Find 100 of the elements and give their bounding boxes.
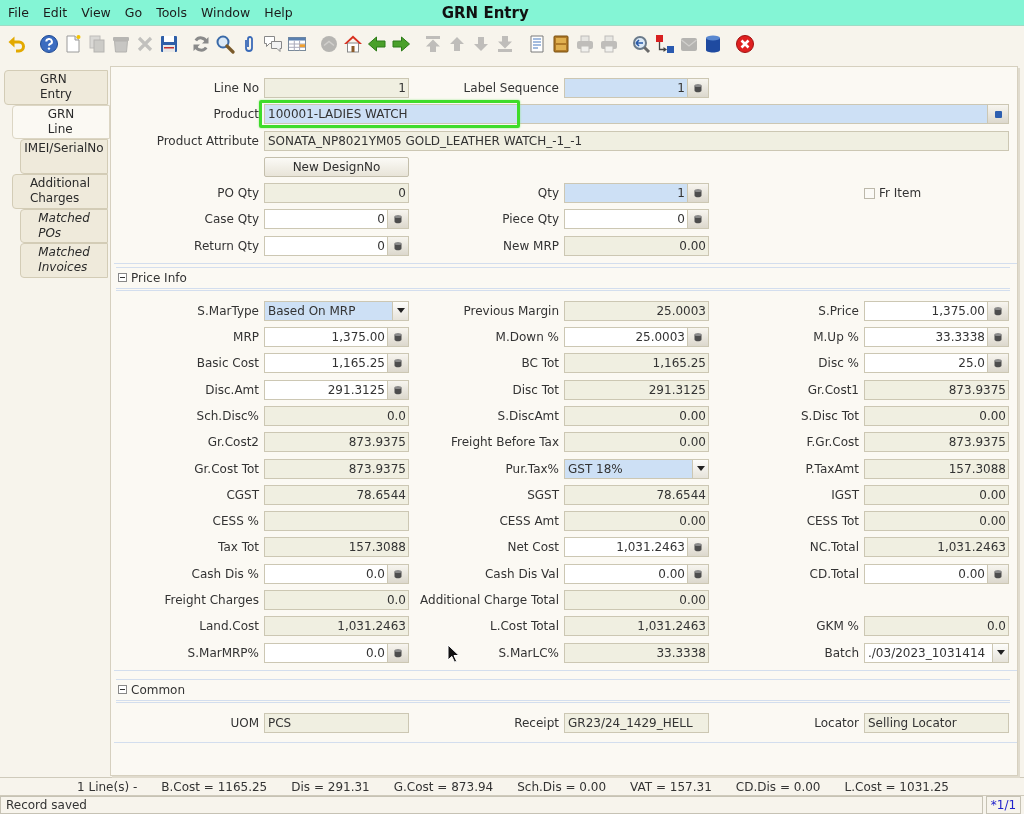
menu-item[interactable]: Help — [264, 5, 293, 20]
number-field[interactable]: 873.9375 — [864, 432, 1009, 453]
calculator-button[interactable] — [988, 353, 1009, 374]
number-field[interactable]: 873.9375 — [864, 379, 1009, 400]
number-field[interactable]: 1,031.2463 — [564, 537, 688, 558]
text-field[interactable]: GR23/24_1429_HELL — [564, 712, 709, 733]
calculator-button[interactable] — [688, 563, 709, 584]
dropdown-field[interactable]: ./03/2023_1031414 — [864, 642, 993, 663]
number-field[interactable]: 1,031.2463 — [564, 616, 709, 637]
text-field[interactable]: SONATA_NP8021YM05 GOLD_LEATHER WATCH_-1_-1 — [264, 130, 1009, 151]
calculator-button[interactable] — [388, 235, 409, 256]
number-field[interactable]: 0.00 — [564, 590, 709, 611]
number-field[interactable]: 0.0 — [264, 563, 388, 584]
number-field[interactable]: 0.00 — [864, 563, 988, 584]
number-field[interactable]: 0.00 — [864, 405, 1009, 426]
menu-item[interactable]: Tools — [156, 5, 187, 20]
database-icon[interactable] — [703, 34, 723, 54]
tab[interactable]: IMEI/SerialNo — [20, 139, 108, 175]
number-field[interactable]: 0.0 — [264, 590, 409, 611]
calculator-button[interactable] — [688, 537, 709, 558]
tab[interactable]: GRN Line — [12, 104, 110, 140]
number-field[interactable]: 0.00 — [564, 563, 688, 584]
number-field[interactable]: 291.3125 — [564, 379, 709, 400]
text-field[interactable]: PCS — [264, 712, 409, 733]
number-field[interactable]: 0.0 — [264, 642, 388, 663]
text-field[interactable]: Selling Locator — [864, 712, 1009, 733]
number-field[interactable]: 1,031.2463 — [264, 616, 409, 637]
table-icon[interactable] — [287, 34, 307, 54]
number-field[interactable]: 1 — [564, 183, 688, 204]
calculator-button[interactable] — [688, 183, 709, 204]
number-field[interactable]: 0.00 — [864, 511, 1009, 532]
linked-squares-icon[interactable] — [655, 34, 675, 54]
number-field[interactable]: 0 — [264, 209, 388, 230]
number-field[interactable]: 1,375.00 — [264, 327, 388, 348]
dropdown-field[interactable]: Based On MRP — [264, 300, 393, 321]
calculator-button[interactable] — [988, 300, 1009, 321]
right-arrow-icon[interactable] — [391, 34, 411, 54]
menu-item[interactable]: File — [8, 5, 29, 20]
calculator-button[interactable] — [388, 642, 409, 663]
number-field[interactable]: 33.3338 — [864, 327, 988, 348]
calculator-button[interactable] — [688, 209, 709, 230]
search-icon[interactable] — [215, 34, 235, 54]
close-icon[interactable] — [735, 34, 755, 54]
number-field[interactable]: 33.3338 — [564, 642, 709, 663]
home-icon[interactable] — [343, 34, 363, 54]
checkbox[interactable] — [864, 187, 875, 199]
dropdown-button[interactable] — [393, 300, 409, 321]
number-field[interactable]: 0.0 — [264, 405, 409, 426]
tab[interactable]: Matched POs — [20, 208, 108, 244]
number-field[interactable]: 1,375.00 — [864, 300, 988, 321]
number-field[interactable]: 25.0 — [864, 353, 988, 374]
number-field[interactable]: 0.00 — [564, 432, 709, 453]
menu-item[interactable]: Go — [124, 5, 143, 20]
magnifier-arrow-icon[interactable] — [631, 34, 651, 54]
calculator-button[interactable] — [388, 209, 409, 230]
dropdown-field[interactable]: GST 18% — [564, 458, 693, 479]
number-field[interactable]: 1 — [264, 78, 409, 98]
section-toggle[interactable]: Price Info — [118, 270, 187, 285]
speech-bubbles-icon[interactable] — [263, 34, 283, 54]
number-field[interactable]: 0 — [564, 209, 688, 230]
number-field[interactable]: 25.0003 — [564, 327, 688, 348]
number-field[interactable]: 1,165.25 — [564, 353, 709, 374]
number-field[interactable]: 0.00 — [564, 405, 709, 426]
calculator-button[interactable] — [688, 327, 709, 348]
number-field[interactable]: 157.3088 — [864, 458, 1009, 479]
tab[interactable]: Additional Charges — [12, 174, 108, 209]
calculator-button[interactable] — [388, 563, 409, 584]
number-field[interactable]: 1,031.2463 — [864, 537, 1009, 558]
menu-item[interactable]: Window — [200, 5, 251, 20]
number-field[interactable]: 291.3125 — [264, 379, 388, 400]
number-field[interactable]: 0 — [264, 183, 409, 204]
help-icon[interactable] — [39, 34, 59, 54]
left-arrow-icon[interactable] — [367, 34, 387, 54]
number-field[interactable]: 1,165.25 — [264, 353, 388, 374]
number-field[interactable]: 0 — [264, 235, 388, 256]
number-field[interactable]: 873.9375 — [264, 458, 409, 479]
number-field[interactable]: 0.00 — [864, 484, 1009, 505]
calculator-button[interactable] — [988, 563, 1009, 584]
number-field[interactable]: 0.00 — [564, 511, 709, 532]
number-field[interactable]: 0.00 — [564, 235, 709, 256]
lookup-button[interactable] — [988, 104, 1009, 125]
number-field[interactable]: 78.6544 — [264, 484, 409, 505]
tab[interactable]: Matched Invoices — [20, 243, 108, 279]
dropdown-button[interactable] — [693, 458, 709, 479]
number-field[interactable]: 0.0 — [864, 616, 1009, 637]
action-button[interactable]: New DesignNo — [264, 156, 409, 177]
menu-item[interactable]: Edit — [42, 5, 68, 20]
calculator-button[interactable] — [388, 327, 409, 348]
calculator-button[interactable] — [988, 327, 1009, 348]
section-toggle[interactable]: Common — [118, 682, 186, 697]
calculator-button[interactable] — [388, 379, 409, 400]
calculator-button[interactable] — [388, 353, 409, 374]
number-field[interactable] — [264, 511, 409, 532]
number-field[interactable]: 873.9375 — [264, 432, 409, 453]
tab[interactable]: GRN Entry — [4, 70, 108, 105]
cabinet-icon[interactable] — [551, 34, 571, 54]
calculator-button[interactable] — [688, 78, 709, 98]
number-field[interactable]: 78.6544 — [564, 484, 709, 505]
refresh-icon[interactable] — [191, 34, 211, 54]
number-field[interactable]: 157.3088 — [264, 537, 409, 558]
